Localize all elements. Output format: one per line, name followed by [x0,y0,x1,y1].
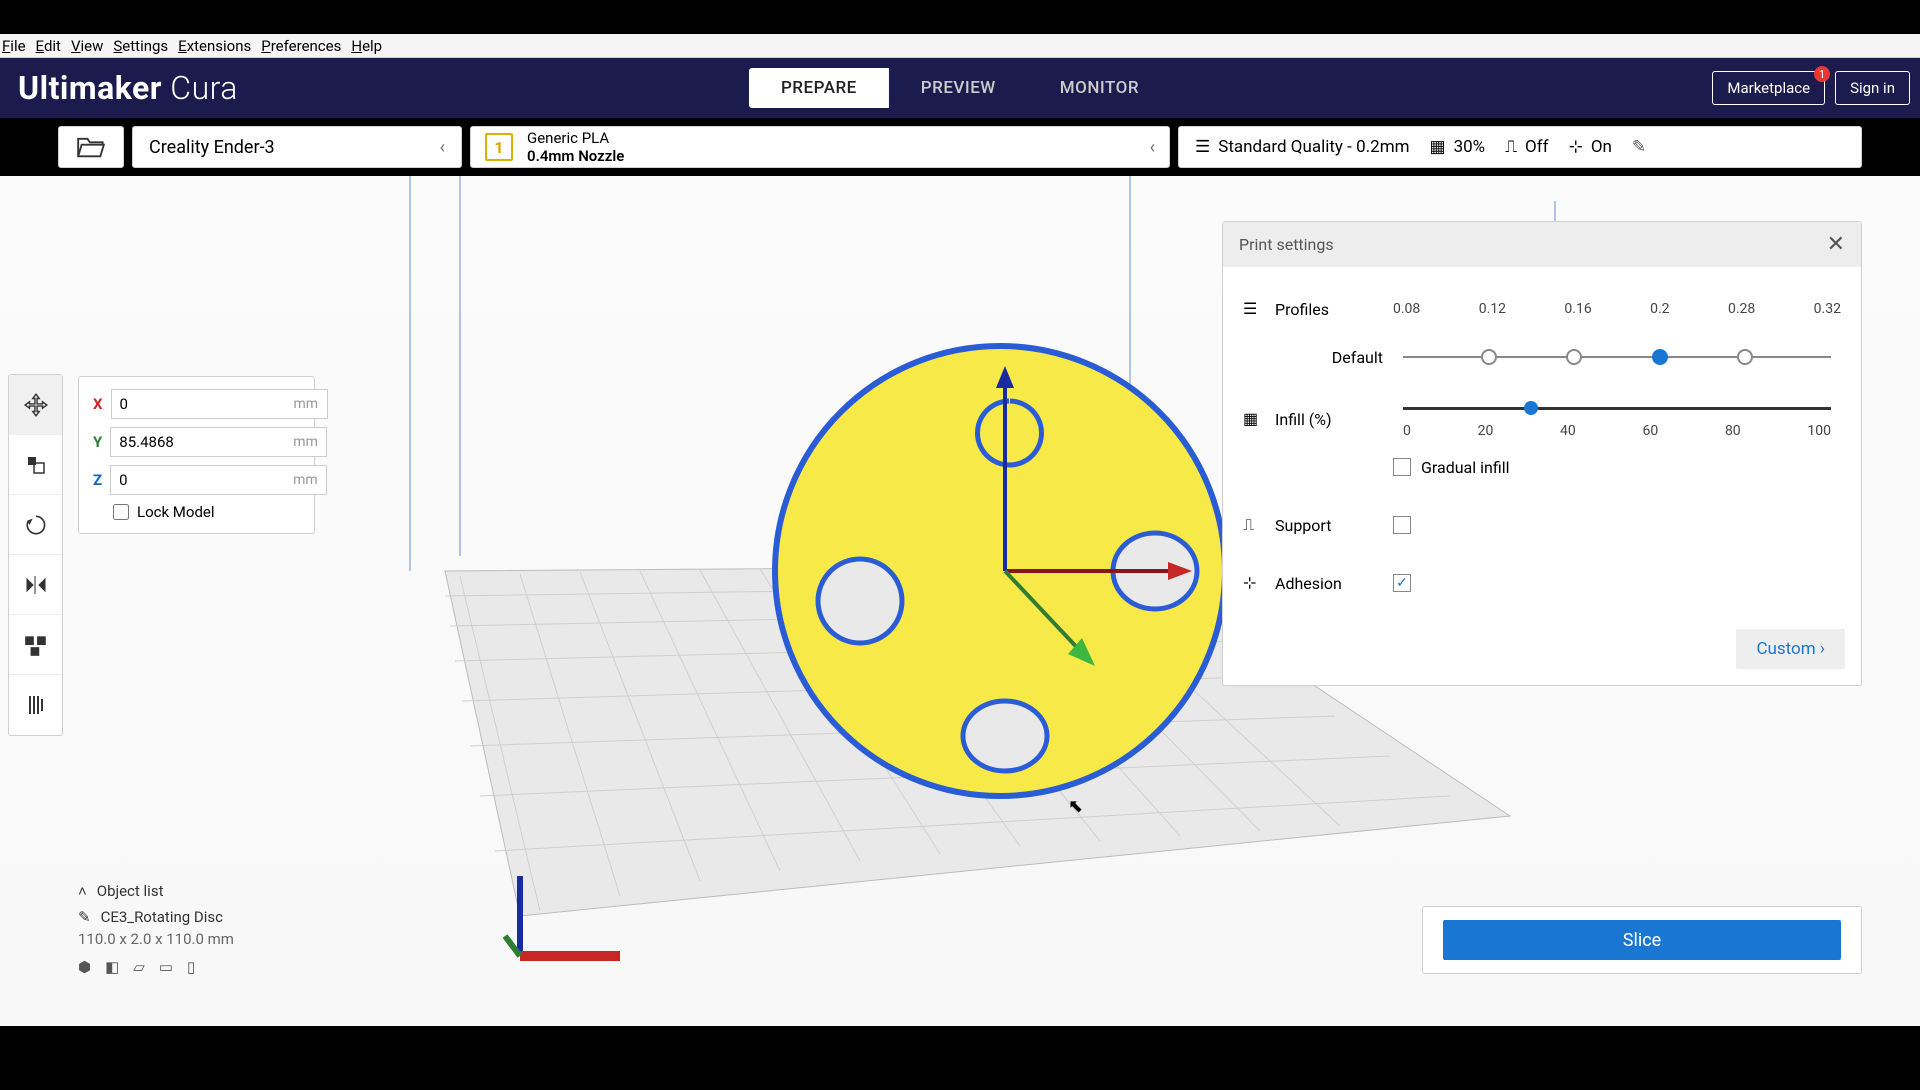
quality-adhesion: On [1591,137,1612,157]
view-xray-icon[interactable]: ◧ [105,958,119,976]
object-name[interactable]: CE3_Rotating Disc [101,908,223,926]
menu-edit[interactable]: Edit [36,37,61,55]
lock-model-label: Lock Model [137,503,215,521]
tab-preview[interactable]: PREVIEW [889,68,1028,108]
view-layers-icon[interactable]: ▱ [133,958,145,976]
profiles-icon: ☰ [1243,299,1263,319]
tool-column [8,374,63,736]
stage-tabs: PREPARE PREVIEW MONITOR [749,68,1171,108]
menu-preferences[interactable]: Preferences [261,37,341,55]
move-y-input[interactable] [110,427,327,457]
profile-tick-labels: 0.08 0.12 0.16 0.2 0.28 0.32 [1393,301,1841,317]
open-file-button[interactable] [58,126,124,168]
object-list-header: Object list [97,882,164,900]
adhesion-icon: ⊹ [1569,137,1583,157]
tab-prepare[interactable]: PREPARE [749,68,889,108]
adhesion-icon: ⊹ [1243,573,1263,593]
quality-infill: 30% [1454,137,1486,157]
tab-monitor[interactable]: MONITOR [1028,68,1171,108]
menu-file[interactable]: File [2,37,26,55]
menu-settings[interactable]: Settings [113,37,168,55]
tool-rotate[interactable] [9,495,62,555]
chevron-up-icon[interactable]: ˄ [78,882,87,900]
menu-help[interactable]: Help [351,37,382,55]
notification-badge: 1 [1814,66,1830,82]
print-settings-panel: Print settings ✕ ☰ Profiles 0.08 0.12 0.1… [1222,221,1862,686]
axis-x-label: X [93,395,103,413]
axis-z-label: Z [93,471,102,489]
material-name: Generic PLA [527,129,624,147]
tool-move[interactable] [9,375,62,435]
menu-extensions[interactable]: Extensions [178,37,251,55]
move-z-input[interactable] [110,465,327,495]
material-selector[interactable]: 1 Generic PLA 0.4mm Nozzle ‹ [470,126,1170,168]
top-bar: Ultimaker Cura PREPARE PREVIEW MONITOR M… [0,58,1920,118]
chevron-left-icon: ‹ [440,137,445,158]
profile-slider[interactable] [1403,342,1831,372]
default-label: Default [1332,348,1383,367]
move-panel: Xmm Ymm Zmm Lock Model [78,376,315,534]
view-iso-icon[interactable]: ▯ [187,958,195,976]
tool-scale[interactable] [9,435,62,495]
app-logo: Ultimaker Cura [18,69,238,107]
support-label: Support [1275,516,1331,535]
lock-model-checkbox[interactable] [113,504,129,520]
custom-button[interactable]: Custom › [1736,629,1845,669]
infill-slider[interactable] [1403,399,1831,419]
close-icon[interactable]: ✕ [1827,232,1845,257]
profiles-label: Profiles [1275,300,1329,319]
infill-icon: ▦ [1430,137,1446,157]
support-icon: ⎍ [1505,137,1517,157]
gradual-infill-checkbox[interactable] [1393,458,1411,476]
nozzle-size: 0.4mm Nozzle [527,147,624,165]
chevron-left-icon: ‹ [1150,137,1155,158]
extruder-badge: 1 [485,133,513,161]
menu-bar: File Edit View Settings Extensions Prefe… [0,34,1920,58]
settings-bar: Creality Ender-3 ‹ 1 Generic PLA 0.4mm N… [0,118,1920,176]
slice-button[interactable]: Slice [1443,920,1841,960]
printer-name: Creality Ender-3 [149,137,275,158]
object-dimensions: 110.0 x 2.0 x 110.0 mm [78,930,338,948]
print-settings-title: Print settings [1239,235,1334,254]
adhesion-checkbox[interactable]: ✓ [1393,574,1411,592]
marketplace-button[interactable]: Marketplace 1 [1712,71,1825,105]
menu-view[interactable]: View [71,37,103,55]
view-front-icon[interactable]: ▭ [159,958,173,976]
support-checkbox[interactable] [1393,516,1411,534]
quality-summary-bar[interactable]: ☰Standard Quality - 0.2mm ▦30% ⎍Off ⊹On … [1178,126,1862,168]
view-solid-icon[interactable]: ⬢ [78,958,91,976]
tool-mirror[interactable] [9,555,62,615]
infill-label: Infill (%) [1275,410,1332,429]
object-list: ˄ Object list ✎ CE3_Rotating Disc 110.0 x … [78,882,338,976]
edit-icon[interactable]: ✎ [78,908,91,926]
quality-support: Off [1525,137,1549,157]
move-x-input[interactable] [111,389,328,419]
slice-panel: Slice [1422,906,1862,974]
edit-icon[interactable]: ✎ [1632,137,1646,157]
gradual-infill-label: Gradual infill [1421,458,1510,477]
folder-open-icon [77,135,105,159]
adhesion-label: Adhesion [1275,574,1342,593]
tool-per-model[interactable] [9,615,62,675]
axis-y-label: Y [93,433,102,451]
tool-support-blocker[interactable] [9,675,62,735]
signin-button[interactable]: Sign in [1835,71,1910,105]
infill-tick-labels: 0 20 40 60 80 100 [1403,423,1831,439]
support-icon: ⎍ [1243,515,1263,535]
quality-profile: Standard Quality - 0.2mm [1218,137,1409,157]
infill-icon: ▦ [1243,409,1263,429]
printer-selector[interactable]: Creality Ender-3 ‹ [132,126,462,168]
main-area: Xmm Ymm Zmm Lock Model Print settings ✕ … [0,176,1920,1026]
quality-icon: ☰ [1195,137,1210,157]
